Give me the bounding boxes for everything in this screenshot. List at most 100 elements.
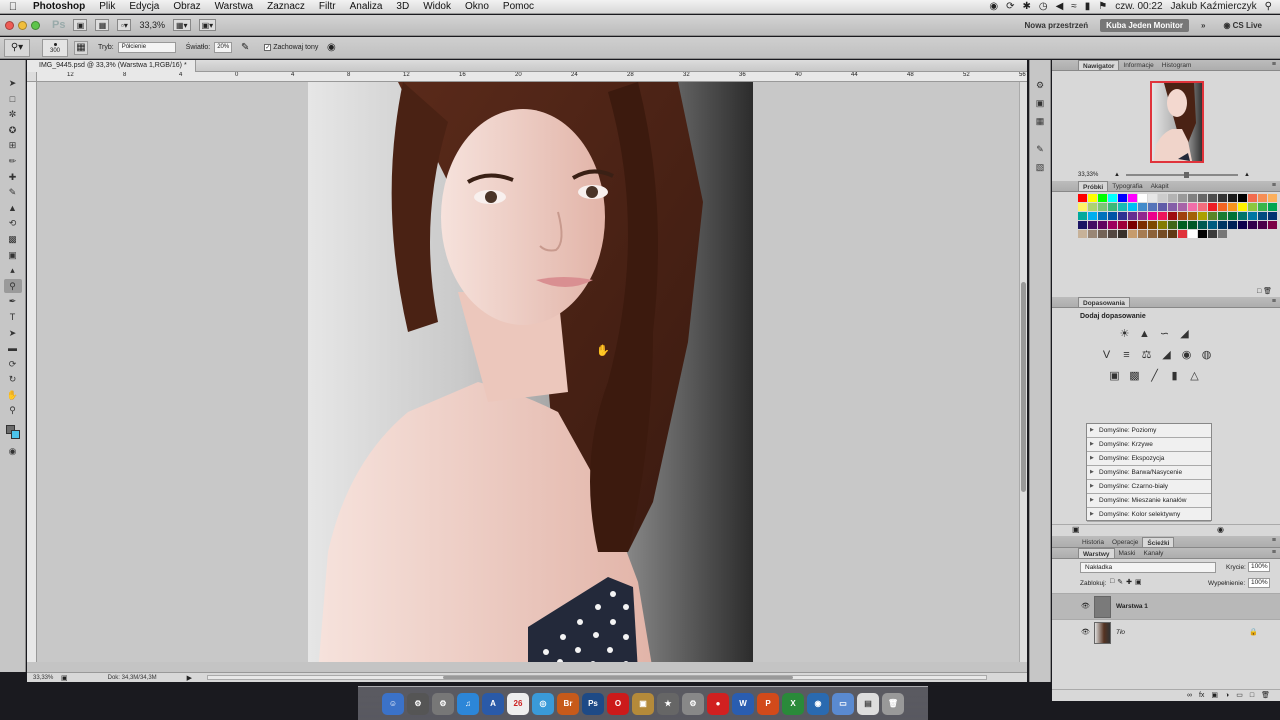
- swatch[interactable]: [1178, 203, 1187, 211]
- swatch[interactable]: [1098, 230, 1107, 238]
- airbrush-icon[interactable]: ✎: [238, 41, 252, 55]
- swatch[interactable]: [1098, 203, 1107, 211]
- swatch[interactable]: [1208, 203, 1217, 211]
- canvas-area[interactable]: ✋: [37, 82, 1019, 662]
- bluetooth-icon[interactable]: ✱: [1022, 1, 1030, 12]
- swatch[interactable]: [1208, 230, 1217, 238]
- minibridge-icon[interactable]: ▦: [95, 19, 110, 31]
- preset-levels[interactable]: Domyślne: Poziomy: [1087, 424, 1211, 438]
- folder-icon[interactable]: ▭: [832, 692, 854, 715]
- workspace-active[interactable]: Kuba Jeden Monitor: [1100, 18, 1189, 32]
- menu-okno[interactable]: Okno: [458, 1, 496, 12]
- swatch[interactable]: [1098, 212, 1107, 220]
- swatch[interactable]: [1268, 212, 1277, 220]
- swatch[interactable]: [1228, 221, 1237, 229]
- swatch[interactable]: [1188, 230, 1197, 238]
- swatch[interactable]: [1128, 221, 1137, 229]
- swatch-grid[interactable]: [1078, 194, 1277, 238]
- preset-selective-color[interactable]: Domyślne: Kolor selektywny: [1087, 508, 1211, 522]
- swatch[interactable]: [1158, 230, 1167, 238]
- swatch[interactable]: [1078, 203, 1087, 211]
- swatch[interactable]: [1208, 212, 1217, 220]
- tool-preset-picker[interactable]: ⚲▾: [4, 38, 30, 57]
- healing-tool-icon[interactable]: ✚: [4, 170, 22, 185]
- swatch[interactable]: [1208, 194, 1217, 202]
- menu-filtr[interactable]: Filtr: [312, 1, 343, 12]
- lock-position-icon[interactable]: ✚: [1126, 578, 1132, 586]
- swatch[interactable]: [1208, 221, 1217, 229]
- light-input[interactable]: 20%: [214, 42, 233, 53]
- link-layers-icon[interactable]: ∞: [1187, 690, 1192, 701]
- swatch[interactable]: [1088, 203, 1097, 211]
- tab-paragraph[interactable]: Akapit: [1147, 181, 1173, 191]
- swatch[interactable]: [1248, 221, 1257, 229]
- fill-input[interactable]: 100%: [1248, 578, 1270, 588]
- menu-obraz[interactable]: Obraz: [166, 1, 207, 12]
- panel-menu-icon[interactable]: ≡: [1272, 548, 1276, 558]
- swatch[interactable]: [1188, 212, 1197, 220]
- swatch[interactable]: [1258, 203, 1267, 211]
- status-zoom[interactable]: 33,33%: [27, 675, 57, 681]
- swatch[interactable]: [1228, 212, 1237, 220]
- vertical-scrollbar[interactable]: [1019, 82, 1027, 662]
- swatch[interactable]: [1108, 212, 1117, 220]
- preset-exposure[interactable]: Domyślne: Ekspozycja: [1087, 452, 1211, 466]
- swatch[interactable]: [1108, 230, 1117, 238]
- angry-birds-icon[interactable]: ●: [707, 692, 729, 715]
- 3d-orbit-tool-icon[interactable]: ↻: [4, 372, 22, 387]
- excel-icon[interactable]: X: [782, 692, 804, 715]
- swatch[interactable]: [1138, 221, 1147, 229]
- swatch[interactable]: [1268, 203, 1277, 211]
- swatch[interactable]: [1148, 212, 1157, 220]
- swatch[interactable]: [1218, 194, 1227, 202]
- swatch[interactable]: [1148, 203, 1157, 211]
- tab-actions[interactable]: Operacje: [1108, 537, 1142, 547]
- hue-saturation-icon[interactable]: ≡: [1120, 349, 1133, 362]
- swatch[interactable]: [1258, 212, 1267, 220]
- menu-analiza[interactable]: Analiza: [343, 1, 390, 12]
- remote-desktop-icon[interactable]: ◉: [807, 692, 829, 715]
- tab-info[interactable]: Informacje: [1119, 60, 1157, 70]
- type-tool-icon[interactable]: T: [4, 310, 22, 325]
- swatch[interactable]: [1168, 221, 1177, 229]
- bridge-app-icon[interactable]: Br: [557, 692, 579, 715]
- swatch[interactable]: [1198, 203, 1207, 211]
- itunes-icon[interactable]: ♫: [457, 692, 479, 715]
- swatch[interactable]: [1088, 194, 1097, 202]
- levels-icon[interactable]: ▲: [1138, 328, 1151, 341]
- status-app-icon[interactable]: ◉: [989, 1, 998, 12]
- swatch[interactable]: [1178, 221, 1187, 229]
- swatch[interactable]: [1158, 212, 1167, 220]
- layer-row[interactable]: 👁 Warstwa 1: [1052, 593, 1280, 619]
- swatch[interactable]: [1088, 230, 1097, 238]
- swatch[interactable]: [1178, 212, 1187, 220]
- stamp-tool-icon[interactable]: ▲: [4, 201, 22, 216]
- swatch-new-delete-icons[interactable]: □ 🗑: [1257, 287, 1272, 295]
- sync-icon[interactable]: ⟳: [1006, 1, 1014, 12]
- dashboard-icon[interactable]: ⚙: [407, 692, 429, 715]
- eyedropper-tool-icon[interactable]: ✏: [4, 154, 22, 169]
- swatch[interactable]: [1238, 212, 1247, 220]
- posterize-icon[interactable]: ▩: [1128, 370, 1141, 383]
- gradient-map-icon[interactable]: ▮: [1168, 370, 1181, 383]
- mini-bridge-panel-icon[interactable]: ⚙: [1033, 78, 1047, 92]
- background-color[interactable]: [10, 430, 20, 440]
- swatch[interactable]: [1118, 212, 1127, 220]
- menu-widok[interactable]: Widok: [416, 1, 458, 12]
- menu-zaznacz[interactable]: Zaznacz: [260, 1, 312, 12]
- flag-icon[interactable]: ⚑: [1098, 1, 1107, 12]
- delete-layer-icon[interactable]: 🗑: [1261, 690, 1270, 701]
- selective-color-icon[interactable]: △: [1188, 370, 1201, 383]
- tab-channels[interactable]: Kanały: [1139, 548, 1167, 558]
- menu-pomoc[interactable]: Pomoc: [496, 1, 541, 12]
- color-balance-icon[interactable]: ⚖: [1140, 349, 1153, 362]
- horizontal-ruler[interactable]: 12 8 4 0 4 8 12 16 20 24 28 32 36 40 44 48 52 56: [37, 72, 1027, 82]
- vertical-scroll-thumb[interactable]: [1021, 282, 1026, 492]
- quick-select-tool-icon[interactable]: ✪: [4, 123, 22, 138]
- swatch[interactable]: [1138, 194, 1147, 202]
- lock-pixels-icon[interactable]: ✎: [1117, 578, 1123, 586]
- swatch[interactable]: [1198, 230, 1207, 238]
- swatch[interactable]: [1178, 230, 1187, 238]
- status-menu-icon[interactable]: ▣: [61, 674, 68, 682]
- panel-menu-icon[interactable]: ≡: [1272, 181, 1276, 191]
